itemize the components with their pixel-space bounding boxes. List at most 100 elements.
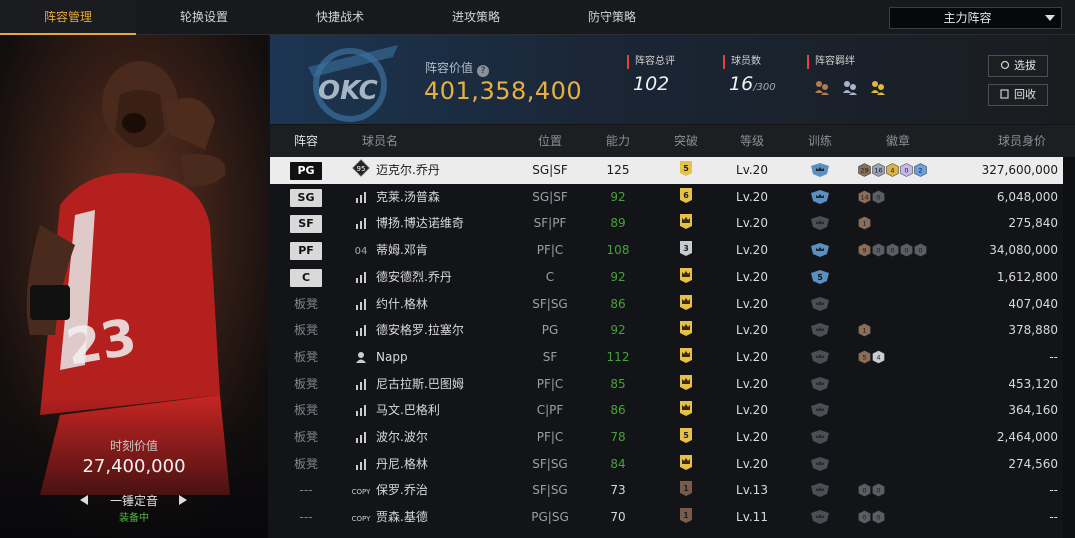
player-value-cell: --: [1049, 349, 1058, 364]
featured-player-panel: 23 时刻价值 27,400,000 一锤定音 装备中: [0, 35, 268, 538]
svg-text:0: 0: [890, 247, 894, 255]
player-name: 保罗.乔治: [376, 483, 428, 498]
player-name: 贾森.基德: [376, 510, 428, 525]
player-name-cell: 95 迈克尔.乔丹: [348, 157, 518, 183]
tab-defense-strategy[interactable]: 防守策略: [544, 0, 680, 35]
bond-silver-icon[interactable]: [841, 78, 859, 96]
col-position[interactable]: 位置: [520, 125, 580, 157]
slot-cell: 板凳: [270, 451, 342, 477]
badges-cell: [855, 264, 965, 290]
table-row[interactable]: --- COPY 保罗.乔治 SF|SG 73 1 Lv.13 0 0 --: [270, 477, 1065, 504]
player-count-max: /300: [753, 82, 776, 93]
level-cell: Lv.20: [736, 163, 768, 177]
slot-label: 板凳: [293, 430, 318, 444]
training-shield-icon: [811, 403, 829, 418]
player-name-cell: Napp: [348, 344, 518, 370]
moment-value: 27,400,000: [82, 456, 186, 477]
tab-rotation-settings[interactable]: 轮换设置: [136, 0, 272, 35]
table-row[interactable]: 板凳 马文.巴格利 C|PF 86 Lv.20 364,160: [270, 397, 1065, 424]
badge-icon: 14: [858, 189, 871, 204]
col-breakthrough[interactable]: 突破: [656, 125, 716, 157]
lineup-dropdown[interactable]: 主力阵容: [889, 7, 1062, 29]
ability-cell: 73: [610, 483, 626, 498]
breakthrough-badge: 3: [680, 241, 692, 257]
team-logo-text: OKC: [318, 76, 378, 106]
player-value-cell: 407,040: [1008, 296, 1058, 311]
slot-label: 板凳: [293, 403, 318, 418]
slot-badge: PG: [290, 162, 322, 180]
select-button[interactable]: 选拔: [988, 55, 1048, 77]
level-cell: Lv.20: [736, 403, 768, 418]
rank-badge-icon: 95: [352, 159, 370, 177]
position-cell: SF|SG: [532, 456, 568, 471]
training-cell: [790, 344, 850, 370]
col-name[interactable]: 球员名: [350, 125, 410, 157]
breakthrough-crown-icon: [680, 374, 692, 390]
select-button-label: 选拔: [1014, 59, 1036, 72]
position-cell: PG|SG: [531, 510, 569, 525]
ability-cell: 85: [610, 376, 626, 391]
table-row[interactable]: PG 95 迈克尔.乔丹 SG|SF 125 5 Lv.20 29 16 4 0 2 327,600,0…: [270, 157, 1065, 184]
badge-icon: 0: [900, 243, 913, 257]
training-shield-icon: [811, 510, 829, 525]
table-row[interactable]: 板凳 德安格罗.拉塞尔 PG 92 Lv.20 1 378,880: [270, 317, 1065, 344]
col-badges[interactable]: 徽章: [868, 125, 928, 157]
col-ability[interactable]: 能力: [588, 125, 648, 157]
tab-quick-tactics[interactable]: 快捷战术: [272, 0, 408, 35]
tab-offense-strategy[interactable]: 进攻策略: [408, 0, 544, 35]
badge-icon: 0: [858, 510, 871, 524]
training-shield-icon: [811, 323, 829, 338]
slot-cell: ---: [270, 477, 342, 503]
col-training[interactable]: 训练: [790, 125, 850, 157]
col-level[interactable]: 等级: [722, 125, 782, 157]
signal-bars-icon: [356, 191, 366, 203]
player-type-icon-wrap: [350, 317, 372, 343]
badges-cell: 1: [855, 317, 965, 343]
breakthrough-cell: [656, 264, 716, 290]
col-player-value[interactable]: 球员身价: [982, 125, 1062, 157]
tab-lineup-management[interactable]: 阵容管理: [0, 0, 136, 35]
table-row[interactable]: 板凳 波尔.波尔 PF|C 78 5 Lv.20 2,464,000: [270, 424, 1065, 451]
level-cell: Lv.11: [736, 510, 768, 525]
table-row[interactable]: 板凳 约什.格林 SF|SG 86 Lv.20 407,040: [270, 291, 1065, 318]
training-shield-icon: [811, 163, 829, 177]
table-row[interactable]: --- COPY 贾森.基德 PG|SG 70 1 Lv.11 0 0 --: [270, 504, 1065, 531]
player-type-icon-wrap: [350, 424, 372, 450]
player-name-cell: 04 蒂姆.邓肯: [348, 237, 518, 263]
player-value-cell: 6,048,000: [996, 189, 1058, 204]
training-cell: [790, 317, 850, 343]
breakthrough-cell: 3: [656, 237, 716, 263]
table-row[interactable]: 板凳 尼古拉斯.巴图姆 PF|C 85 Lv.20 453,120: [270, 371, 1065, 398]
table-row[interactable]: SG 克莱.汤普森 SG|SF 92 6 Lv.20 14 0 6,048,000: [270, 184, 1065, 211]
breakthrough-cell: 1: [656, 477, 716, 503]
player-name-cell: 丹尼.格林: [348, 451, 518, 477]
help-icon[interactable]: ?: [477, 65, 490, 77]
training-shield-icon: [811, 189, 829, 204]
badge-icon: 2: [914, 163, 927, 177]
bond-gold-icon[interactable]: [869, 78, 887, 96]
moment-value-label: 时刻价值: [109, 439, 158, 453]
table-row[interactable]: PF 04 蒂姆.邓肯 PF|C 108 3 Lv.20 9 0 0 0 0 34,080,000: [270, 237, 1065, 264]
slot-label: 板凳: [293, 323, 318, 338]
svg-text:1: 1: [683, 484, 689, 493]
lineup-management-screen: 阵容管理 轮换设置 快捷战术 进攻策略 防守策略 主力阵容 2 3 时刻价值 27…: [0, 0, 1075, 538]
signal-bars-icon: [356, 271, 366, 283]
breakthrough-crown-icon: [680, 214, 692, 230]
training-cell: [790, 397, 850, 423]
table-row[interactable]: C 德安德烈.乔丹 C 92 Lv.20 5 1,612,800: [270, 264, 1065, 291]
player-type-icon-wrap: [350, 291, 372, 317]
badges-cell: [855, 291, 965, 317]
bond-bronze-icon[interactable]: [813, 78, 831, 96]
player-name-cell: 波尔.波尔: [348, 424, 518, 450]
lineup-value-label: 阵容价值?: [425, 59, 490, 77]
breakthrough-crown-icon: [680, 267, 692, 283]
next-skill-arrow-icon[interactable]: [179, 495, 187, 505]
col-slot[interactable]: 阵容: [270, 125, 342, 157]
player-value-cell: 1,612,800: [996, 269, 1058, 284]
table-row[interactable]: 板凳 Napp SF 112 Lv.20 5 4 --: [270, 344, 1065, 371]
recycle-button[interactable]: 回收: [988, 84, 1048, 106]
table-row[interactable]: 板凳 丹尼.格林 SF|SG 84 Lv.20 274,560: [270, 451, 1065, 478]
table-row[interactable]: SF 博扬.博达诺维奇 SF|PF 89 Lv.20 1 275,840: [270, 210, 1065, 237]
ability-cell: 92: [610, 189, 626, 204]
badge-icon: 0: [914, 243, 927, 257]
